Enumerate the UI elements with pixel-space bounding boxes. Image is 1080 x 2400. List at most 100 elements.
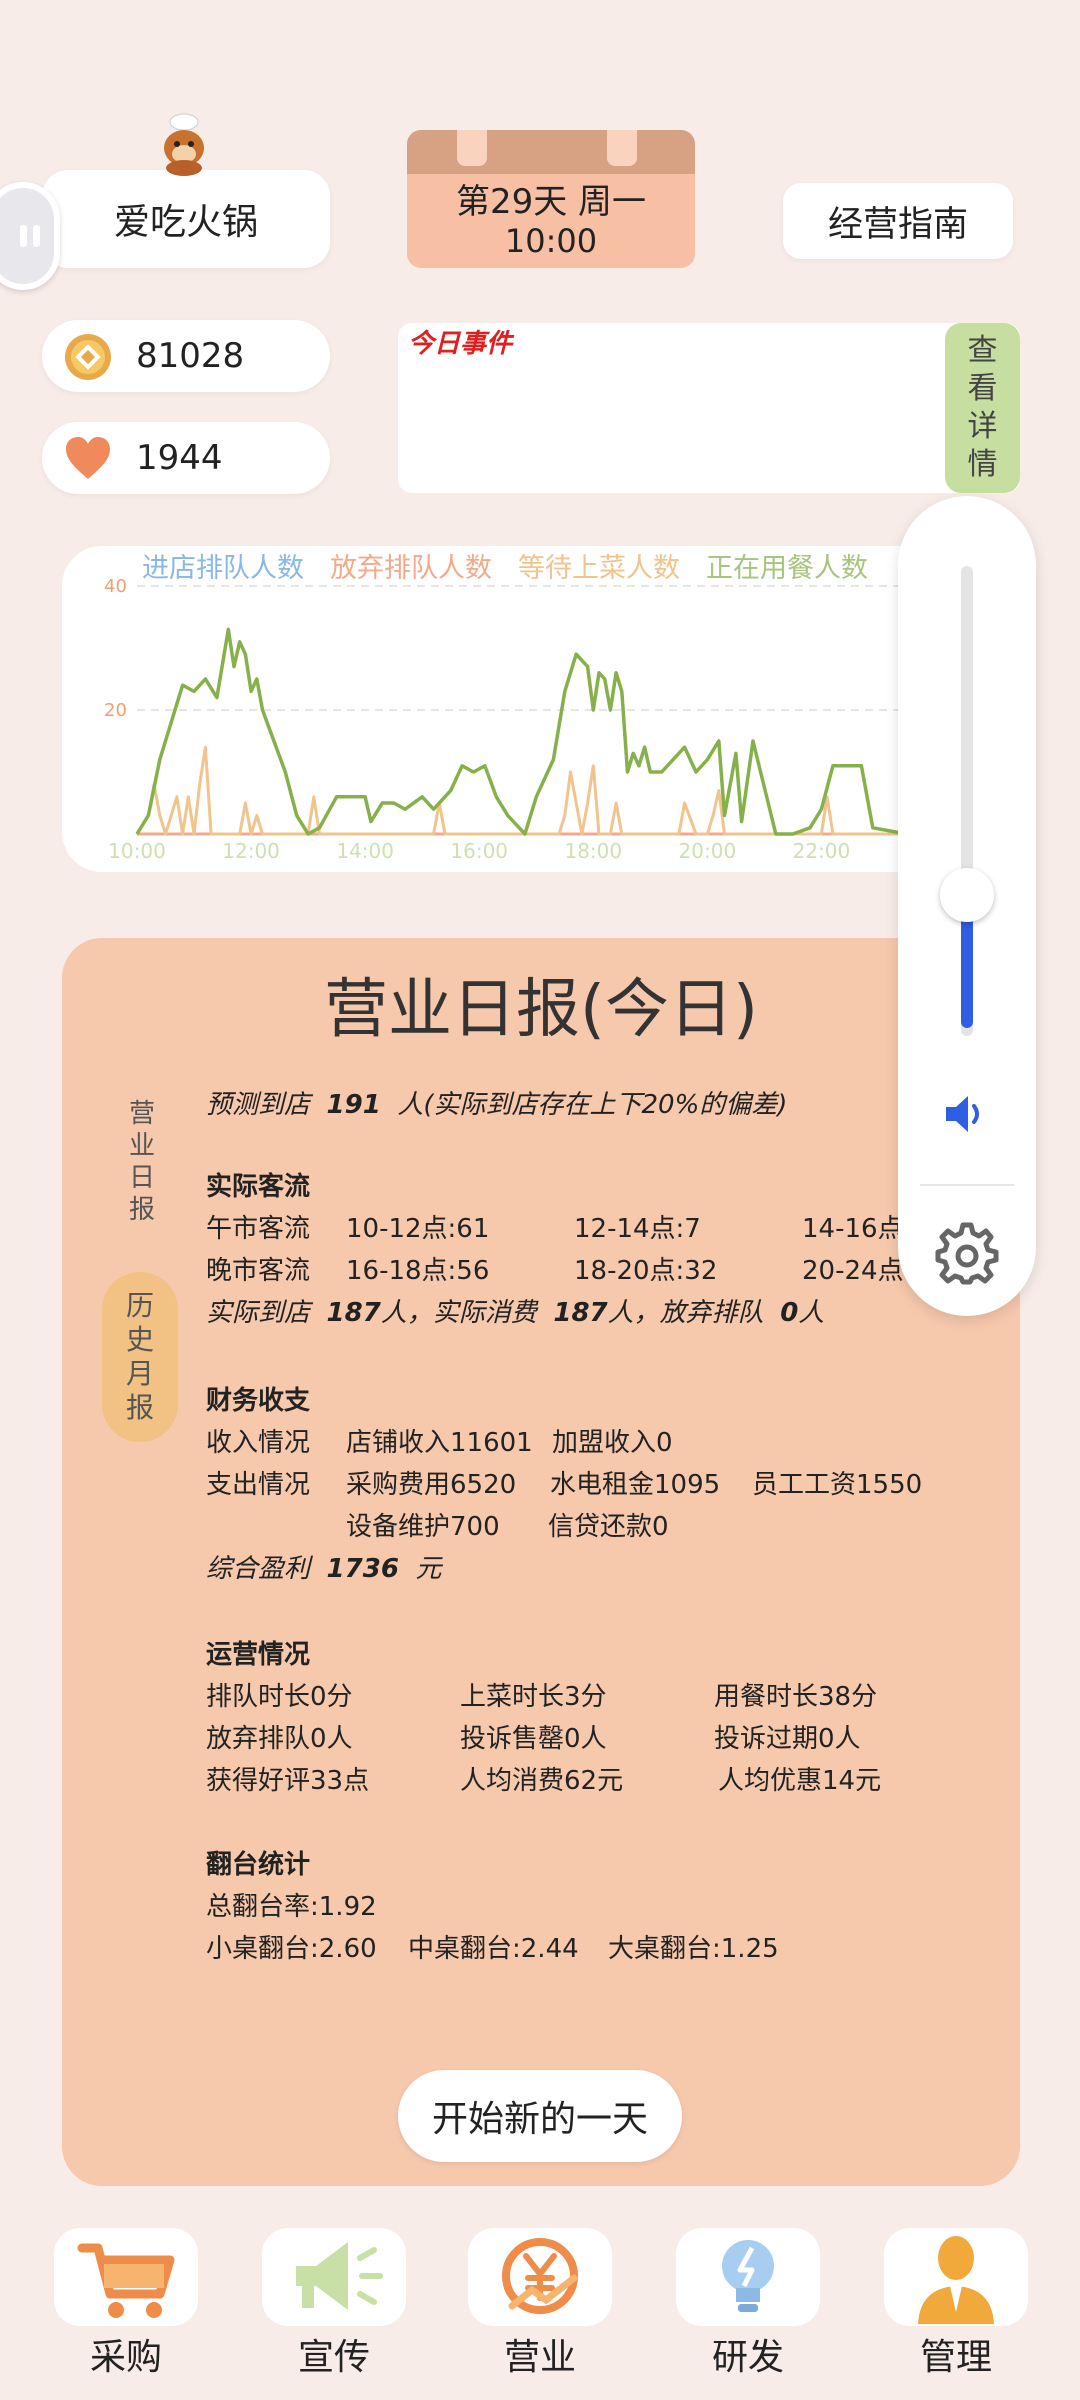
volume-panel [898, 496, 1036, 1316]
guide-button[interactable]: 经营指南 [783, 183, 1013, 259]
tab-char: 营 [128, 1099, 155, 1129]
profit-value: 1736 [326, 1554, 399, 1584]
forecast-label: 预测到店 [206, 1090, 311, 1120]
dinner-slot-1: 16-18点:56 [346, 1256, 490, 1286]
shop-name[interactable]: 爱吃火锅 [42, 170, 330, 268]
nav-label: 采购 [89, 2337, 162, 2378]
forecast-line: 预测到店 191 人(实际到店存在上下20%的偏差) [206, 1084, 787, 1121]
gear-icon[interactable] [934, 1220, 1000, 1286]
ops-avg-discount: 人均优惠14元 [718, 1766, 882, 1796]
abandon-unit: 人 [798, 1298, 825, 1328]
ops-expired-complaints: 投诉过期0人 [714, 1724, 861, 1754]
yen-growth-icon [502, 2238, 578, 2314]
forecast-note: 人(实际到店存在上下20%的偏差) [397, 1090, 788, 1120]
chart-plot: 40 20 10:00 12:00 14:00 16:00 18:00 20:00 22:00 [104, 576, 908, 863]
nav-label: 管理 [919, 2337, 992, 2378]
lightbulb-icon [722, 2240, 774, 2312]
tab-char: 业 [128, 1131, 155, 1161]
dinner-label: 晚市客流 [206, 1256, 311, 1286]
tab-monthly-report[interactable]: 历 史 月 报 [102, 1272, 178, 1442]
ops-avg-spend: 人均消费62元 [460, 1766, 624, 1796]
y-tick-label: 20 [104, 700, 127, 721]
tab-char: 日 [128, 1163, 155, 1193]
turnover-heading: 翻台统计 [206, 1850, 311, 1880]
nav-item-business[interactable]: 营业 [468, 2228, 612, 2400]
time-label: 10:00 [504, 222, 598, 260]
report-title: 营业日报(今日) [324, 973, 758, 1047]
nav-item-promotion[interactable]: 宣传 [262, 2228, 406, 2400]
x-tick-label: 22:00 [793, 839, 851, 863]
nav-item-purchase[interactable]: 采购 [54, 2228, 198, 2400]
heart-icon [66, 437, 110, 479]
tab-char: 历 [125, 1289, 154, 1322]
cart-icon [77, 2243, 175, 2318]
lunch-slot-3: 14-16点: [802, 1214, 913, 1244]
today-events-panel: 今日事件 [398, 323, 1020, 493]
arrival-value: 187 [326, 1298, 381, 1328]
heart-stat: 1944 [42, 422, 330, 494]
income-franchise: 加盟收入0 [552, 1428, 673, 1458]
series-line-2 [135, 745, 907, 836]
lunch-slot-2: 12-14点:7 [574, 1214, 701, 1244]
mascot-icon [150, 112, 220, 178]
ops-serve-time: 上菜时长3分 [460, 1682, 607, 1712]
expense-label: 支出情况 [206, 1470, 311, 1500]
coin-stat: 81028 [42, 320, 330, 392]
income-label: 收入情况 [206, 1428, 311, 1458]
nav-label: 营业 [503, 2337, 576, 2378]
x-tick-label: 12:00 [222, 839, 280, 863]
expense-purchase: 采购费用6520 [346, 1470, 517, 1500]
ops-good-reviews: 获得好评33点 [206, 1766, 370, 1796]
x-tick-label: 14:00 [336, 839, 394, 863]
manager-icon [918, 2236, 994, 2324]
detail-char: 查 [967, 333, 998, 368]
series-line-3 [135, 627, 908, 836]
daily-report-panel: 营业日报(今日) 营 业 日 报 历 史 月 报 预测到店 191 人(实际到店… [62, 938, 1020, 2186]
tab-daily-report[interactable]: 营 业 日 报 [122, 1098, 162, 1226]
expense-maintenance: 设备维护700 [346, 1512, 500, 1542]
today-events-title: 今日事件 [408, 329, 513, 359]
forecast-value: 191 [326, 1090, 381, 1120]
consume-value: 187 [553, 1298, 608, 1328]
actual-flow-heading: 实际客流 [206, 1172, 311, 1202]
consume-label: 人，实际消费 [380, 1298, 537, 1328]
pause-icon [20, 225, 40, 247]
detail-char: 看 [967, 371, 998, 406]
dinner-slot-2: 18-20点:32 [574, 1256, 718, 1286]
nav-label: 研发 [711, 2337, 784, 2378]
start-new-day-button[interactable]: 开始新的一天 [398, 2070, 682, 2162]
volume-slider-handle[interactable] [940, 868, 994, 922]
turnover-total: 总翻台率:1.92 [206, 1892, 377, 1922]
expense-loan: 信贷还款0 [548, 1512, 669, 1542]
view-details-button[interactable]: 查 看 详 情 [945, 323, 1020, 493]
arrival-line: 实际到店 187人，实际消费 187人，放弃排队 0人 [206, 1292, 824, 1329]
guide-label: 经营指南 [827, 204, 968, 245]
speaker-icon[interactable] [938, 1086, 994, 1142]
expense-utilities: 水电租金1095 [550, 1470, 721, 1500]
date-calendar: 第29天 周一 10:00 [407, 130, 695, 268]
profit-label: 综合盈利 [206, 1554, 311, 1584]
profit-line: 综合盈利 1736 元 [206, 1548, 441, 1585]
nav-item-management[interactable]: 管理 [884, 2228, 1028, 2400]
x-tick-label: 10:00 [108, 839, 166, 863]
arrival-label: 实际到店 [206, 1298, 311, 1328]
turnover-large: 大桌翻台:1.25 [608, 1934, 779, 1964]
abandon-label: 人，放弃排队 [607, 1298, 764, 1328]
dinner-slot-3: 20-24点 [802, 1256, 904, 1286]
tab-char: 报 [125, 1391, 154, 1424]
volume-divider [920, 1184, 1014, 1186]
finance-heading: 财务收支 [206, 1386, 311, 1416]
lunch-slot-1: 10-12点:61 [346, 1214, 490, 1244]
abandon-value: 0 [780, 1298, 799, 1328]
turnover-medium: 中桌翻台:2.44 [408, 1934, 579, 1964]
pause-button[interactable] [0, 182, 60, 290]
heart-value: 1944 [136, 438, 223, 478]
ops-dining-time: 用餐时长38分 [714, 1682, 878, 1712]
traffic-chart: 进店排队人数 放弃排队人数 等待上菜人数 正在用餐人数 40 20 10:00 12:… [62, 546, 1020, 872]
y-tick-label: 40 [104, 576, 127, 597]
start-new-day-label: 开始新的一天 [431, 2099, 648, 2140]
turnover-small: 小桌翻台:2.60 [206, 1934, 377, 1964]
ops-abandon: 放弃排队0人 [206, 1724, 353, 1754]
ops-soldout-complaints: 投诉售罄0人 [460, 1724, 607, 1754]
nav-item-research[interactable]: 研发 [676, 2228, 820, 2400]
